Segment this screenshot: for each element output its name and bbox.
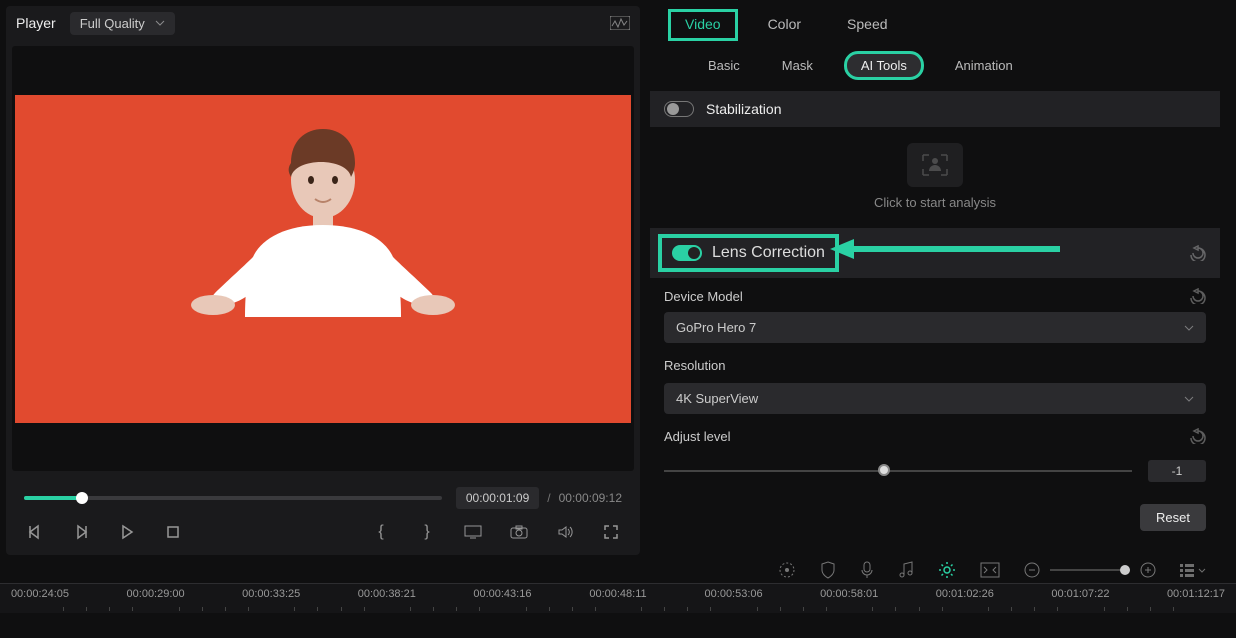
stabilization-row: Stabilization bbox=[650, 91, 1220, 127]
subtab-ai-tools[interactable]: AI Tools bbox=[844, 51, 924, 80]
chevron-down-icon bbox=[1184, 325, 1194, 331]
lens-correction-toggle[interactable] bbox=[672, 245, 702, 261]
prev-frame-button[interactable] bbox=[24, 521, 46, 543]
player-label: Player bbox=[16, 15, 56, 31]
analysis-prompt[interactable]: Click to start analysis bbox=[650, 195, 1220, 210]
music-icon[interactable] bbox=[898, 561, 914, 579]
mic-icon[interactable] bbox=[860, 561, 874, 579]
tab-color[interactable]: Color bbox=[764, 14, 805, 38]
waveform-icon[interactable] bbox=[610, 16, 630, 30]
chevron-down-icon bbox=[1198, 568, 1206, 573]
color-wheel-icon[interactable] bbox=[778, 561, 796, 579]
zoom-slider[interactable] bbox=[1050, 569, 1130, 571]
scrub-bar[interactable] bbox=[24, 496, 442, 500]
device-model-dropdown[interactable]: GoPro Hero 7 bbox=[664, 312, 1206, 343]
list-icon bbox=[1180, 563, 1194, 577]
ruler-tick: 00:01:12:17 bbox=[1167, 588, 1225, 600]
effects-icon[interactable] bbox=[938, 561, 956, 579]
play-button[interactable] bbox=[116, 521, 138, 543]
mark-out-button[interactable]: } bbox=[416, 521, 438, 543]
ruler-tick: 00:01:02:26 bbox=[936, 588, 994, 600]
ruler-tick: 00:00:58:01 bbox=[820, 588, 878, 600]
video-preview[interactable] bbox=[12, 46, 634, 471]
timeline-ruler[interactable]: 00:00:24:05 00:00:29:00 00:00:33:25 00:00:3… bbox=[0, 583, 1236, 613]
next-frame-button[interactable] bbox=[70, 521, 92, 543]
subtab-basic[interactable]: Basic bbox=[700, 54, 748, 77]
device-model-label: Device Model bbox=[664, 289, 743, 304]
adjust-level-slider[interactable] bbox=[664, 470, 1132, 472]
inspector-pane: Video Color Speed Basic Mask AI Tools An… bbox=[650, 6, 1230, 555]
person-graphic bbox=[173, 125, 473, 415]
volume-button[interactable] bbox=[554, 521, 576, 543]
adjust-level-value[interactable]: -1 bbox=[1148, 460, 1206, 482]
tab-speed[interactable]: Speed bbox=[843, 14, 891, 38]
chevron-down-icon bbox=[1184, 396, 1194, 402]
zoom-in-icon[interactable] bbox=[1140, 562, 1156, 578]
subtab-animation[interactable]: Animation bbox=[947, 54, 1021, 77]
ruler-tick: 00:00:48:11 bbox=[589, 588, 646, 600]
stabilization-toggle[interactable] bbox=[664, 101, 694, 117]
player-pane: Player Full Quality bbox=[6, 6, 640, 555]
snapshot-button[interactable] bbox=[508, 521, 530, 543]
ruler-tick: 00:00:33:25 bbox=[242, 588, 300, 600]
device-model-reset-icon[interactable] bbox=[1190, 288, 1206, 304]
time-total: 00:00:09:12 bbox=[559, 491, 622, 505]
arrow-annotation bbox=[830, 237, 1060, 261]
tab-video[interactable]: Video bbox=[668, 9, 738, 41]
analysis-icon[interactable] bbox=[907, 143, 963, 187]
aspect-ratio-icon[interactable] bbox=[980, 562, 1000, 578]
adjust-level-label: Adjust level bbox=[664, 429, 730, 444]
quality-value: Full Quality bbox=[80, 16, 145, 31]
time-current[interactable]: 00:00:01:09 bbox=[456, 487, 539, 509]
timeline-view-dropdown[interactable] bbox=[1180, 563, 1206, 577]
subtab-mask[interactable]: Mask bbox=[774, 54, 821, 77]
resolution-dropdown[interactable]: 4K SuperView bbox=[664, 383, 1206, 414]
stop-button[interactable] bbox=[162, 521, 184, 543]
ruler-tick: 00:00:24:05 bbox=[11, 588, 69, 600]
lens-correction-label: Lens Correction bbox=[712, 244, 825, 262]
fullscreen-button[interactable] bbox=[600, 521, 622, 543]
resolution-value: 4K SuperView bbox=[676, 391, 758, 406]
time-separator: / bbox=[547, 491, 550, 505]
adjust-level-reset-icon[interactable] bbox=[1190, 428, 1206, 444]
chevron-down-icon bbox=[155, 20, 165, 26]
timeline-toolbar bbox=[0, 555, 1236, 583]
ruler-tick: 00:00:43:16 bbox=[473, 588, 531, 600]
mark-in-button[interactable]: { bbox=[370, 521, 392, 543]
zoom-out-icon[interactable] bbox=[1024, 562, 1040, 578]
resolution-label: Resolution bbox=[664, 358, 725, 373]
ruler-tick: 00:01:07:22 bbox=[1051, 588, 1109, 600]
lens-reset-icon[interactable] bbox=[1190, 245, 1206, 261]
quality-dropdown[interactable]: Full Quality bbox=[70, 12, 175, 35]
reset-button[interactable]: Reset bbox=[1140, 504, 1206, 531]
stabilization-label: Stabilization bbox=[706, 101, 782, 117]
ruler-tick: 00:00:29:00 bbox=[127, 588, 185, 600]
device-model-value: GoPro Hero 7 bbox=[676, 320, 756, 335]
display-settings-button[interactable] bbox=[462, 521, 484, 543]
shield-icon[interactable] bbox=[820, 561, 836, 579]
ruler-tick: 00:00:38:21 bbox=[358, 588, 416, 600]
ruler-tick: 00:00:53:06 bbox=[705, 588, 763, 600]
